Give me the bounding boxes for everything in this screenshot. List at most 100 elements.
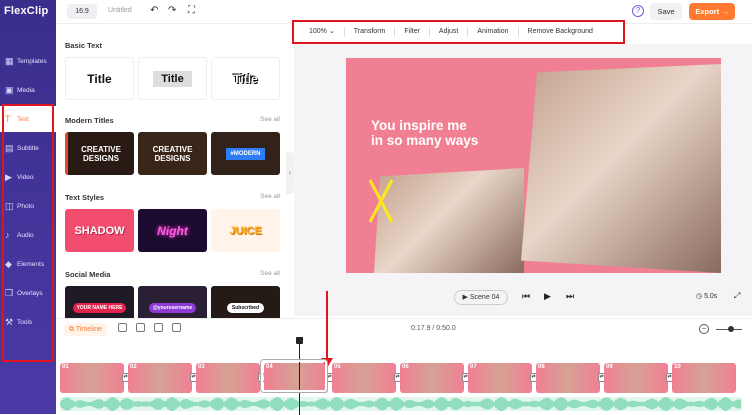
video-canvas[interactable]: You inspire me in so many ways [346, 58, 721, 273]
clip-number: 08 [538, 364, 545, 370]
zoom-out-icon[interactable]: − [699, 324, 709, 334]
expand-icon[interactable]: ⤢ [734, 291, 740, 301]
sidebar-item-media[interactable]: ▣ Media [0, 77, 56, 103]
see-all-modern-titles[interactable]: See all [260, 116, 280, 123]
sidebar-item-label: Templates [17, 57, 47, 65]
add-scene-icon[interactable] [118, 323, 127, 332]
text-style-tile-juice[interactable]: JUICE [211, 209, 280, 252]
clip-strip: 01 ⇄ 02 ⇄ 03 ⇄ 04 ⇄ 05 ⇄ 06 ⇄ 07 ⇄ 08 ⇄ 09 ⇄ 10 [60, 363, 742, 393]
sidebar-item-label: Photo [17, 202, 34, 210]
next-icon[interactable]: ⏭ [566, 291, 574, 302]
sidebar-item-video[interactable]: ▶ Video [0, 164, 56, 190]
timeline-clip[interactable]: 06 [400, 363, 464, 393]
basic-text-tile-1[interactable]: Title [65, 57, 134, 100]
timeline-label: Timeline [75, 326, 103, 333]
project-title[interactable]: Untitled [108, 7, 132, 14]
see-all-social-media[interactable]: See all [260, 270, 280, 277]
clip-number: 07 [470, 364, 477, 370]
adjust-button[interactable]: Adjust [430, 27, 469, 37]
aspect-ratio-button[interactable]: 16:9 [67, 4, 97, 19]
split-icon[interactable] [136, 323, 145, 332]
timeline-clip[interactable]: 07 [468, 363, 532, 393]
yellow-scribble-icon [368, 179, 394, 223]
timeline-clip[interactable]: 05 [332, 363, 396, 393]
scene-selector[interactable]: ▶ Scene 04 [454, 290, 508, 305]
selected-clip-outline [261, 360, 327, 392]
modern-title-tile-1[interactable]: CREATIVE DESIGNS [65, 132, 134, 175]
editing-toolbar: 100% ⌄ Transform Filter Adjust Animation… [292, 20, 625, 44]
sidebar-item-tools[interactable]: ⚒ Tools [0, 309, 56, 335]
delete-icon[interactable] [172, 323, 181, 332]
export-button[interactable]: Export → [689, 3, 735, 20]
timeline-toggle[interactable]: ⧉ Timeline [64, 323, 108, 336]
modern-title-tile-2[interactable]: CREATIVE DESIGNS [138, 132, 207, 175]
save-button[interactable]: Save [650, 3, 682, 20]
text-icon: T [5, 114, 11, 124]
clock-icon: ◷ [696, 293, 705, 300]
clip-number: 10 [674, 364, 681, 370]
timeline-icon: ⧉ [69, 326, 76, 333]
modern-title-tile-3[interactable]: #MODERN [211, 132, 280, 175]
remove-background-button[interactable]: Remove Background [519, 27, 602, 37]
timeline-clip[interactable]: 10 [672, 363, 736, 393]
transform-button[interactable]: Transform [345, 27, 396, 37]
caption-line-1: You inspire me [371, 118, 467, 133]
video-icon: ▶ [5, 172, 12, 182]
sidebar-item-label: Elements [17, 260, 45, 268]
flexclip-logo[interactable]: FlexClip [4, 5, 48, 17]
player-controls: ▶ Scene 04 ⏮ ▶ ⏭ ◷ 5.0s ⤢ [294, 288, 752, 308]
zoom-slider-knob[interactable] [728, 326, 734, 332]
duration-label: 5.0s [704, 293, 718, 300]
see-all-text-styles[interactable]: See all [260, 193, 280, 200]
animation-button[interactable]: Animation [468, 27, 519, 37]
overlays-icon: ❐ [5, 288, 14, 298]
timeline-clip[interactable]: 01 [60, 363, 124, 393]
section-title-modern-titles: Modern Titles [65, 116, 114, 125]
sidebar-item-overlays[interactable]: ❐ Overlays [0, 280, 56, 306]
undo-icon[interactable]: ↶ [150, 5, 158, 16]
left-sidebar: FlexClip ▦ Templates ▣ Media T Text ▤ Subtitle ▶… [0, 0, 56, 414]
timeline-clip[interactable]: 03 [196, 363, 260, 393]
annotation-arrow-shaft [326, 291, 328, 361]
clip-number: 05 [334, 364, 341, 370]
basic-text-tile-2[interactable]: Title [138, 57, 207, 100]
timeline-panel: ⧉ Timeline 0:17.9 / 0:50.0 − 01 ⇄ 02 ⇄ 03 ⇄ 04… [56, 318, 752, 415]
sidebar-item-text[interactable]: T Text [0, 106, 56, 132]
media-icon: ▣ [5, 85, 14, 95]
sidebar-item-subtitle[interactable]: ▤ Subtitle [0, 135, 56, 161]
timeline-clip[interactable]: 02 [128, 363, 192, 393]
clip-number: 09 [606, 364, 613, 370]
timeline-clip[interactable]: 09 [604, 363, 668, 393]
duplicate-icon[interactable] [154, 323, 163, 332]
text-style-tile-night[interactable]: Night [138, 209, 207, 252]
previous-icon[interactable]: ⏮ [522, 291, 530, 302]
sidebar-item-elements[interactable]: ◆ Elements [0, 251, 56, 277]
sidebar-item-photo[interactable]: ◫ Photo [0, 193, 56, 219]
section-title-text-styles: Text Styles [65, 193, 105, 202]
sidebar-item-audio[interactable]: ♪ Audio [0, 222, 56, 248]
sidebar-item-label: Subtitle [17, 144, 39, 152]
subtitle-icon: ▤ [5, 143, 14, 153]
timeline-clip[interactable]: 08 [536, 363, 600, 393]
clip-number: 06 [402, 364, 409, 370]
zoom-dropdown[interactable]: 100% ⌄ [300, 27, 345, 37]
play-icon[interactable]: ▶ [544, 291, 551, 302]
sidebar-item-templates[interactable]: ▦ Templates [0, 48, 56, 74]
audio-waveform [60, 397, 741, 411]
fullscreen-icon[interactable]: ⛶ [188, 5, 195, 16]
audio-track[interactable] [60, 397, 742, 411]
play-scene-icon: ▶ [462, 294, 470, 301]
scene-duration[interactable]: ◷ 5.0s [696, 292, 717, 300]
basic-text-tile-3[interactable]: Title [211, 57, 280, 100]
text-style-tile-shadow[interactable]: SHADOW [65, 209, 134, 252]
scene-label: Scene 04 [469, 294, 500, 301]
photo-left [374, 168, 524, 273]
help-icon[interactable]: ? [632, 5, 644, 17]
collapse-panel-handle[interactable]: ‹ [286, 152, 294, 194]
redo-icon[interactable]: ↷ [168, 5, 176, 16]
preview-stage: You inspire me in so many ways ▶ Scene 0… [294, 44, 752, 316]
filter-button[interactable]: Filter [395, 27, 430, 37]
audio-icon: ♪ [5, 230, 10, 240]
text-panel: Basic Text Title Title Title Modern Titl… [56, 25, 288, 329]
canvas-caption[interactable]: You inspire me in so many ways [371, 118, 478, 148]
